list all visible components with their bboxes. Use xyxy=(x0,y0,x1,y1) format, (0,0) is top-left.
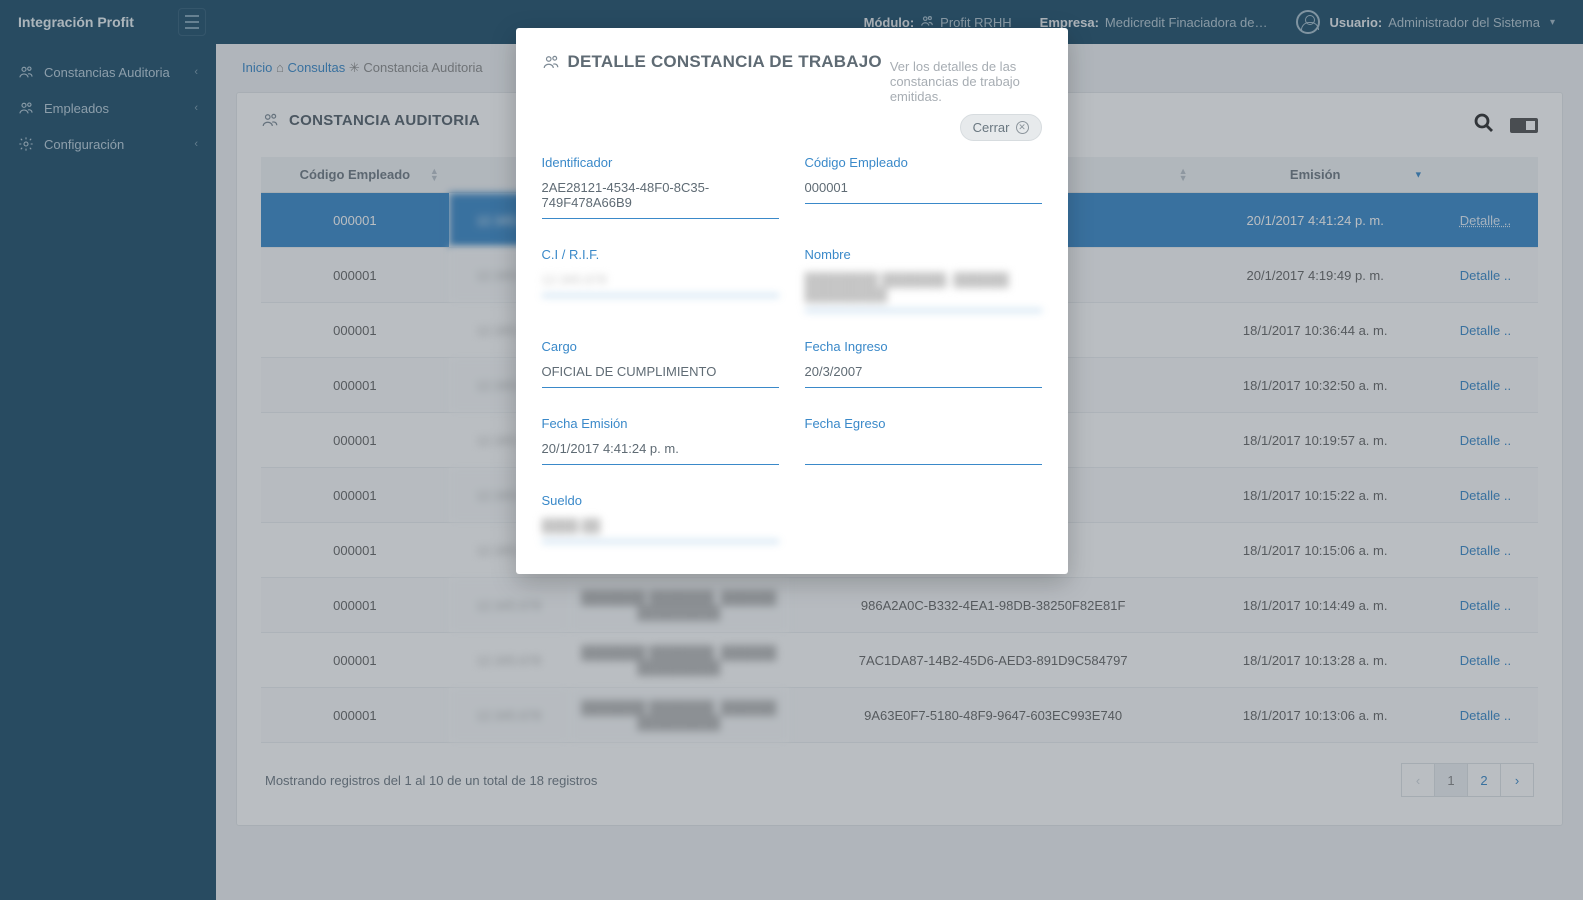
field-ci: C.I / R.I.F. 12.345.678 xyxy=(542,247,779,311)
field-emision: Fecha Emisión 20/1/2017 4:41:24 p. m. xyxy=(542,416,779,465)
detail-modal: DETALLE CONSTANCIA DE TRABAJO Ver los de… xyxy=(516,28,1068,574)
modal-title: DETALLE CONSTANCIA DE TRABAJO xyxy=(542,52,882,72)
field-identificador: Identificador 2AE28121-4534-48F0-8C35-74… xyxy=(542,155,779,219)
field-codigo: Código Empleado 000001 xyxy=(805,155,1042,219)
field-sueldo: Sueldo ████,██ xyxy=(542,493,779,542)
close-button[interactable]: Cerrar ✕ xyxy=(960,114,1042,141)
field-cargo: Cargo OFICIAL DE CUMPLIMIENTO xyxy=(542,339,779,388)
close-icon: ✕ xyxy=(1016,121,1029,134)
field-ingreso: Fecha Ingreso 20/3/2007 xyxy=(805,339,1042,388)
field-egreso: Fecha Egreso xyxy=(805,416,1042,465)
field-nombre: Nombre ████████ ███████, ██████ ████████… xyxy=(805,247,1042,311)
modal-scrim[interactable]: DETALLE CONSTANCIA DE TRABAJO Ver los de… xyxy=(0,0,1583,900)
modal-subtitle: Ver los detalles de las constancias de t… xyxy=(890,59,1042,104)
